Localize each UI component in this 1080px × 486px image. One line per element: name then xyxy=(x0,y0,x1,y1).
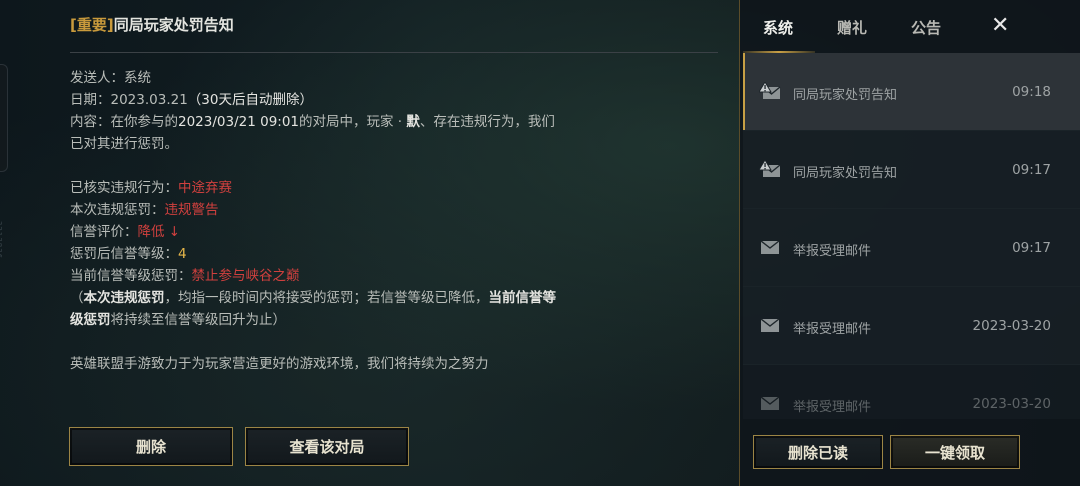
envelope-icon xyxy=(760,318,780,332)
level-row: 惩罚后信誉等级：4 xyxy=(70,246,187,262)
alert-envelope-icon xyxy=(759,82,781,99)
list-item[interactable]: 举报受理邮件 09:17 xyxy=(743,209,1080,287)
sender-value: 系统 xyxy=(124,70,151,86)
mail-time: 09:17 xyxy=(1012,162,1051,178)
closing-text: 英雄联盟手游致力于为玩家营造更好的游戏环境，我们将持续为之努力 xyxy=(70,356,489,372)
mail-time: 09:18 xyxy=(1012,84,1051,100)
date-value: 2023.03.21 xyxy=(110,92,188,108)
alert-envelope-icon xyxy=(759,160,781,177)
mail-subject: 举报受理邮件 xyxy=(793,322,872,337)
mail-subject: 举报受理邮件 xyxy=(793,244,872,259)
claim-all-button[interactable]: 一键领取 xyxy=(890,435,1020,469)
player-name: 默 xyxy=(406,114,420,130)
tab-gifts[interactable]: 赠礼 xyxy=(837,17,867,38)
mail-subject: 同局玩家处罚告知 xyxy=(793,88,898,103)
content-paragraph: 内容：在你参与的2023/03/21 09:01的对局中，玩家 · 默、存在违规… xyxy=(70,114,555,152)
mail-title-text: 同局玩家处罚告知 xyxy=(113,16,234,34)
mail-body: 发送人：系统 日期：2023.03.21（30天后自动删除） 内容：在你参与的2… xyxy=(70,67,560,375)
mail-time: 09:17 xyxy=(1012,240,1051,256)
mail-subject: 同局玩家处罚告知 xyxy=(793,166,898,181)
penalty-value: 违规警告 xyxy=(164,202,219,218)
mail-time: 2023-03-20 xyxy=(972,318,1051,334)
mail-tabs: 系统 赠礼 公告 ✕ xyxy=(740,0,1080,53)
envelope-icon xyxy=(760,240,780,254)
close-icon[interactable]: ✕ xyxy=(991,13,1009,38)
list-item[interactable]: 同局玩家处罚告知 09:18 xyxy=(743,53,1080,131)
credit-value: 降低 ↓ xyxy=(137,224,181,240)
list-item[interactable]: 同局玩家处罚告知 09:17 xyxy=(743,131,1080,209)
list-item[interactable]: 举报受理邮件 2023-03-20 xyxy=(743,287,1080,365)
violation-row: 已核实违规行为：中途弃赛 xyxy=(70,180,232,196)
mail-time: 2023-03-20 xyxy=(972,396,1051,412)
title-divider xyxy=(70,52,718,53)
current-penalty-value: 禁止参与峡谷之巅 xyxy=(191,268,300,284)
tab-announcements[interactable]: 公告 xyxy=(911,17,941,38)
envelope-icon xyxy=(760,396,780,410)
current-penalty-row: 当前信誉等级惩罚：禁止参与峡谷之巅 xyxy=(70,268,300,284)
list-item[interactable]: 举报受理邮件 2023-03-20 xyxy=(743,365,1080,419)
match-datetime: 2023/03/21 09:01 xyxy=(178,114,300,130)
mail-list-panel: 系统 赠礼 公告 ✕ 同局玩家处罚告知 09:18 同局玩家处罚告知 09:17… xyxy=(739,0,1080,486)
mail-title: [重要]同局玩家处罚告知 xyxy=(70,14,234,35)
tab-system[interactable]: 系统 xyxy=(763,17,793,38)
penalty-row: 本次违规惩罚：违规警告 xyxy=(70,202,219,218)
drawer-handle[interactable] xyxy=(0,64,8,172)
view-match-button[interactable]: 查看该对局 xyxy=(245,427,409,466)
date-row: 日期：2023.03.21（30天后自动删除） xyxy=(70,92,313,108)
violation-value: 中途弃赛 xyxy=(178,180,232,196)
mail-list[interactable]: 同局玩家处罚告知 09:18 同局玩家处罚告知 09:17 举报受理邮件 09:… xyxy=(743,53,1080,419)
sender-row: 发送人：系统 xyxy=(70,70,151,86)
delete-read-button[interactable]: 删除已读 xyxy=(753,435,883,469)
date-note: （30天后自动删除） xyxy=(187,92,313,108)
penalty-note: （本次违规惩罚，均指一段时间内将接受的惩罚；若信誉等级已降低，当前信誉等级惩罚将… xyxy=(70,290,556,328)
side-code: 3213836 xyxy=(0,220,4,260)
delete-button[interactable]: 删除 xyxy=(69,427,233,466)
mail-subject: 举报受理邮件 xyxy=(793,400,872,415)
credit-row: 信誉评价：降低 ↓ xyxy=(70,224,181,240)
important-tag: [重要] xyxy=(70,16,114,34)
level-value: 4 xyxy=(178,246,187,262)
